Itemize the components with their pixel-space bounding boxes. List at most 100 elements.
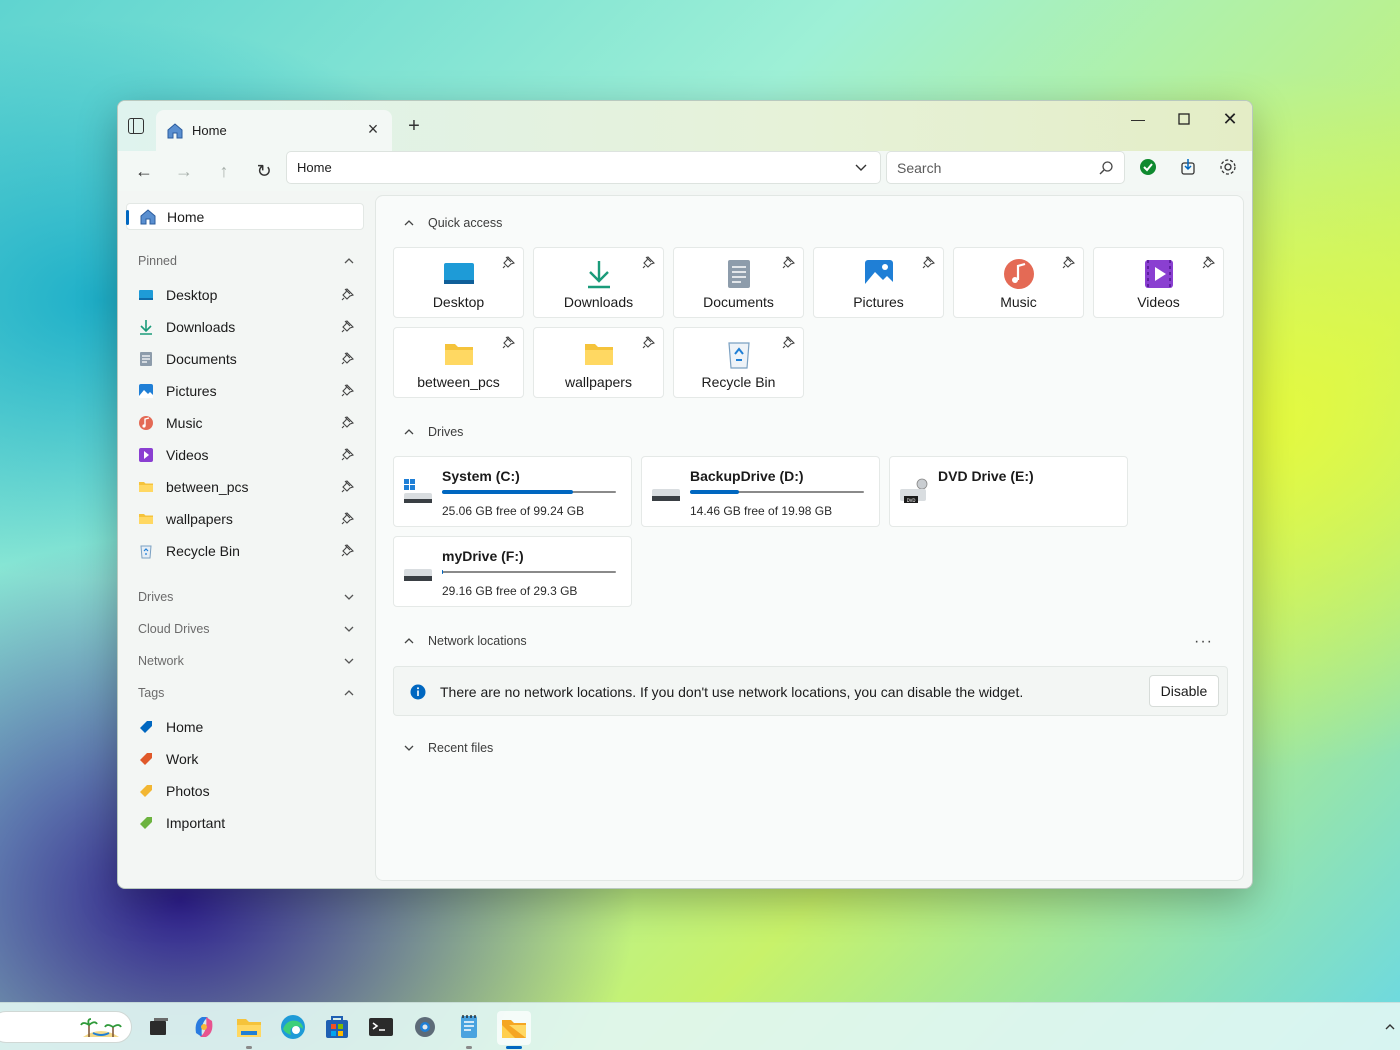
pin-icon[interactable] [1202,256,1215,269]
edge-browser-icon[interactable] [277,1011,309,1043]
sidebar-section-tags[interactable]: Tags [138,682,358,704]
sidebar-item-recycle-bin[interactable]: Recycle Bin [138,539,358,563]
sidebar-item-label: Downloads [166,319,236,335]
network-locations-header[interactable]: Network locations [404,634,527,648]
sidebar-tag-important[interactable]: Important [138,811,358,835]
sidebar-item-label: Documents [166,351,237,367]
pin-icon[interactable] [341,320,354,333]
sidebar-item-videos[interactable]: Videos [138,443,358,467]
pin-icon[interactable] [642,256,655,269]
disable-button[interactable]: Disable [1149,675,1219,707]
sidebar-tag-photos[interactable]: Photos [138,779,358,803]
sidebar-item-label: Photos [166,783,210,799]
pin-icon[interactable] [341,544,354,557]
sidebar-item-desktop[interactable]: Desktop [138,283,358,307]
close-tab-icon[interactable]: × [364,120,382,138]
music-icon [139,416,153,430]
sidebar-item-documents[interactable]: Documents [138,347,358,371]
sidebar-item-downloads[interactable]: Downloads [138,315,358,339]
update-icon[interactable] [1178,157,1198,177]
quick-access-label: Music [1000,294,1037,310]
document-icon [140,352,152,366]
pin-icon[interactable] [782,336,795,349]
section-label: Drives [138,590,174,604]
pin-icon[interactable] [782,256,795,269]
quick-access-item-videos[interactable]: Videos [1093,247,1224,318]
chevron-down-icon [344,658,354,664]
chevron-down-icon [404,745,414,751]
recent-files-header[interactable]: Recent files [404,741,493,755]
tag-icon [140,753,152,765]
pin-icon[interactable] [502,336,515,349]
forward-button[interactable]: → [170,157,198,185]
settings-icon[interactable] [409,1011,441,1043]
taskbar-search-box[interactable] [0,1011,132,1043]
pin-icon[interactable] [922,256,935,269]
tab-home[interactable]: Home × [156,110,392,151]
sidebar-section-pinned[interactable]: Pinned [138,250,358,272]
pin-icon[interactable] [341,288,354,301]
sidebar-item-music[interactable]: Music [138,411,358,435]
sidebar-item-home[interactable]: Home [126,203,364,230]
minimize-button[interactable]: — [1118,105,1158,133]
download-icon [140,320,152,335]
pin-icon[interactable] [341,512,354,525]
pin-icon[interactable] [341,480,354,493]
pin-icon[interactable] [341,416,354,429]
quick-access-item-desktop[interactable]: Desktop [393,247,524,318]
drive-card-e[interactable]: DVD DVD Drive (E:) [889,456,1128,527]
back-button[interactable]: ← [130,157,158,185]
pin-icon[interactable] [341,448,354,461]
gear-icon[interactable] [1218,157,1238,177]
sidebar-toggle-icon[interactable] [128,118,144,134]
files-app-button[interactable] [497,1011,531,1045]
close-window-button[interactable]: ✕ [1210,105,1250,133]
up-button[interactable]: ↑ [210,157,238,185]
drives-header[interactable]: Drives [404,425,463,439]
quick-access-header[interactable]: Quick access [404,216,502,230]
pin-icon[interactable] [1062,256,1075,269]
sidebar-item-between-pcs[interactable]: between_pcs [138,475,358,499]
quick-access-item-downloads[interactable]: Downloads [533,247,664,318]
microsoft-store-icon[interactable] [321,1011,353,1043]
pin-icon[interactable] [341,384,354,397]
sidebar-item-wallpapers[interactable]: wallpapers [138,507,358,531]
refresh-button[interactable]: ↻ [250,157,278,185]
sidebar-tag-home[interactable]: Home [138,715,358,739]
drive-card-d[interactable]: BackupDrive (D:) 14.46 GB free of 19.98 … [641,456,880,527]
sidebar-item-pictures[interactable]: Pictures [138,379,358,403]
new-tab-button[interactable]: + [404,115,424,138]
pin-icon[interactable] [502,256,515,269]
copilot-icon[interactable] [188,1011,220,1043]
sidebar-tag-work[interactable]: Work [138,747,358,771]
status-ok-icon[interactable] [1138,157,1158,177]
more-options-button[interactable]: ··· [1194,633,1213,651]
quick-access-label: Videos [1137,294,1180,310]
sidebar-section-network[interactable]: Network [138,650,358,672]
sidebar-item-label: Pictures [166,383,217,399]
quick-access-item-pictures[interactable]: Pictures [813,247,944,318]
sidebar-section-drives[interactable]: Drives [138,586,358,608]
terminal-icon[interactable] [365,1011,397,1043]
drive-free-space: 25.06 GB free of 99.24 GB [442,504,585,518]
search-input[interactable]: Search [886,151,1125,184]
pin-icon[interactable] [642,336,655,349]
chevron-down-icon[interactable] [854,160,868,174]
drive-card-c[interactable]: System (C:) 25.06 GB free of 99.24 GB [393,456,632,527]
address-bar[interactable]: Home [286,151,881,184]
sidebar-section-cloud-drives[interactable]: Cloud Drives [138,618,358,640]
quick-access-item-documents[interactable]: Documents [673,247,804,318]
pin-icon[interactable] [341,352,354,365]
task-view-icon[interactable] [143,1011,175,1043]
quick-access-item-wallpapers[interactable]: wallpapers [533,327,664,398]
quick-access-item-music[interactable]: Music [953,247,1084,318]
quick-access-item-recycle-bin[interactable]: Recycle Bin [673,327,804,398]
notepad-icon[interactable] [453,1011,485,1043]
quick-access-item-between-pcs[interactable]: between_pcs [393,327,524,398]
chevron-up-icon[interactable] [1384,1021,1396,1033]
maximize-button[interactable] [1164,105,1204,133]
address-path: Home [297,160,332,175]
drive-card-f[interactable]: myDrive (F:) 29.16 GB free of 29.3 GB [393,536,632,607]
file-explorer-icon[interactable] [233,1011,265,1043]
drive-usage-bar [442,570,616,574]
